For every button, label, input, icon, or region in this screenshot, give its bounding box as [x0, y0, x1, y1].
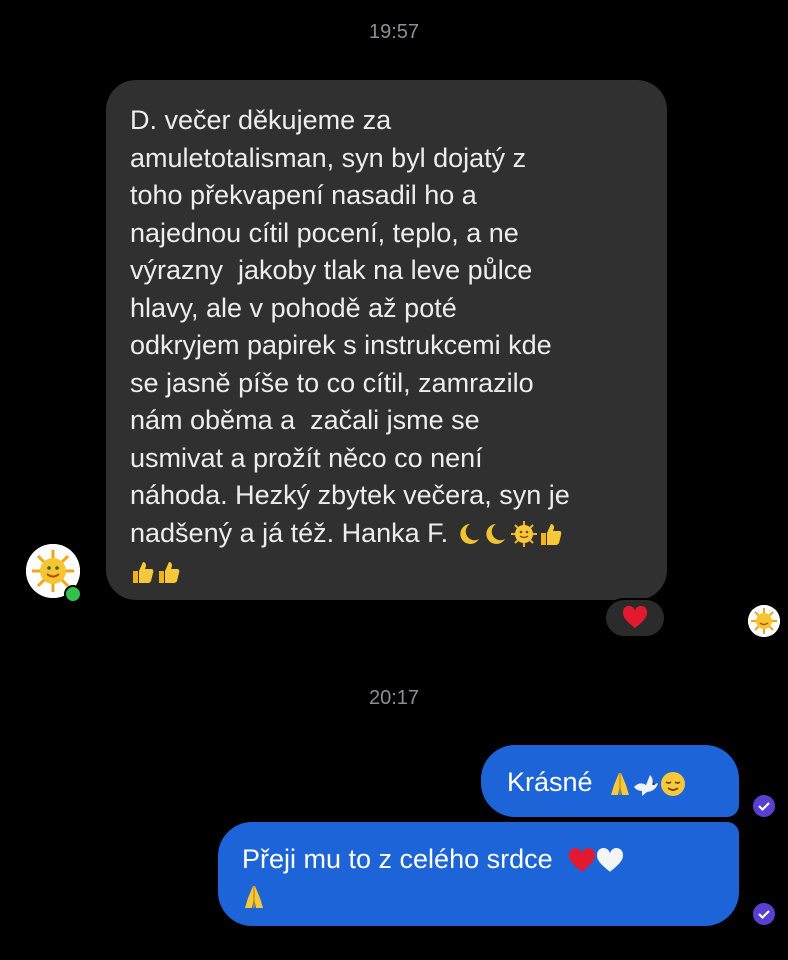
message-line: odkryjem papirek s instrukcemi kde [130, 330, 552, 360]
relieved-face-icon [660, 771, 686, 797]
online-status-indicator [64, 585, 82, 603]
message-line: najednou cítil pocení, teplo, a ne [130, 217, 519, 248]
thumbs-up-icon [538, 521, 564, 547]
crescent-moon-icon [458, 521, 484, 547]
message-line: se jasně píše to co cítil, zamrazilo [130, 367, 534, 398]
message-line: usmivat a prožít něco co není [130, 442, 483, 473]
red-heart-icon [568, 847, 596, 874]
thumbs-up-icon [156, 559, 182, 585]
message-line: hlavy, ale v pohodě až poté [130, 292, 457, 323]
message-line: toho překvapení nasadil ho a [130, 180, 477, 210]
timestamp-divider: 19:57 [368, 21, 420, 43]
outgoing-message-bubble[interactable]: Krásné [481, 745, 739, 817]
message-text: Přeji mu to z celého srdce [242, 844, 553, 874]
message-line-last: nadšený a já též. Hanka F. [130, 515, 647, 553]
outgoing-message-bubble[interactable]: Přeji mu to z celého srdce [218, 822, 739, 926]
dove-icon [632, 771, 660, 797]
message-text: Krásné [507, 767, 593, 797]
crescent-moon-icon [484, 521, 510, 547]
message-line: D. večer děkujeme za [130, 105, 392, 135]
folded-hands-icon [242, 884, 266, 910]
read-receipt-icon [753, 795, 775, 817]
folded-hands-icon [608, 771, 632, 797]
message-reaction[interactable] [604, 598, 666, 638]
white-heart-icon [596, 847, 624, 874]
message-line: náhoda. Hezký zbytek večera, syn je [130, 480, 570, 510]
emoji-line [242, 878, 739, 912]
message-line: nám oběma a začali jsme se [130, 405, 480, 435]
read-receipt-icon [753, 903, 775, 925]
timestamp-divider: 20:17 [368, 687, 420, 709]
red-heart-icon [622, 606, 648, 630]
seen-by-avatar [748, 605, 780, 637]
sun-avatar-icon [748, 605, 780, 637]
thumbs-up-icon [130, 559, 156, 585]
message-line: výrazny jakoby tlak na leve půlce [130, 255, 533, 285]
sun-face-icon [510, 520, 538, 548]
incoming-message-bubble[interactable]: D. večer děkujeme za amuletotalisman, sy… [106, 80, 667, 600]
message-line: amuletotalisman, syn byl dojatý z [130, 142, 527, 173]
message-emoji-line [130, 552, 647, 590]
